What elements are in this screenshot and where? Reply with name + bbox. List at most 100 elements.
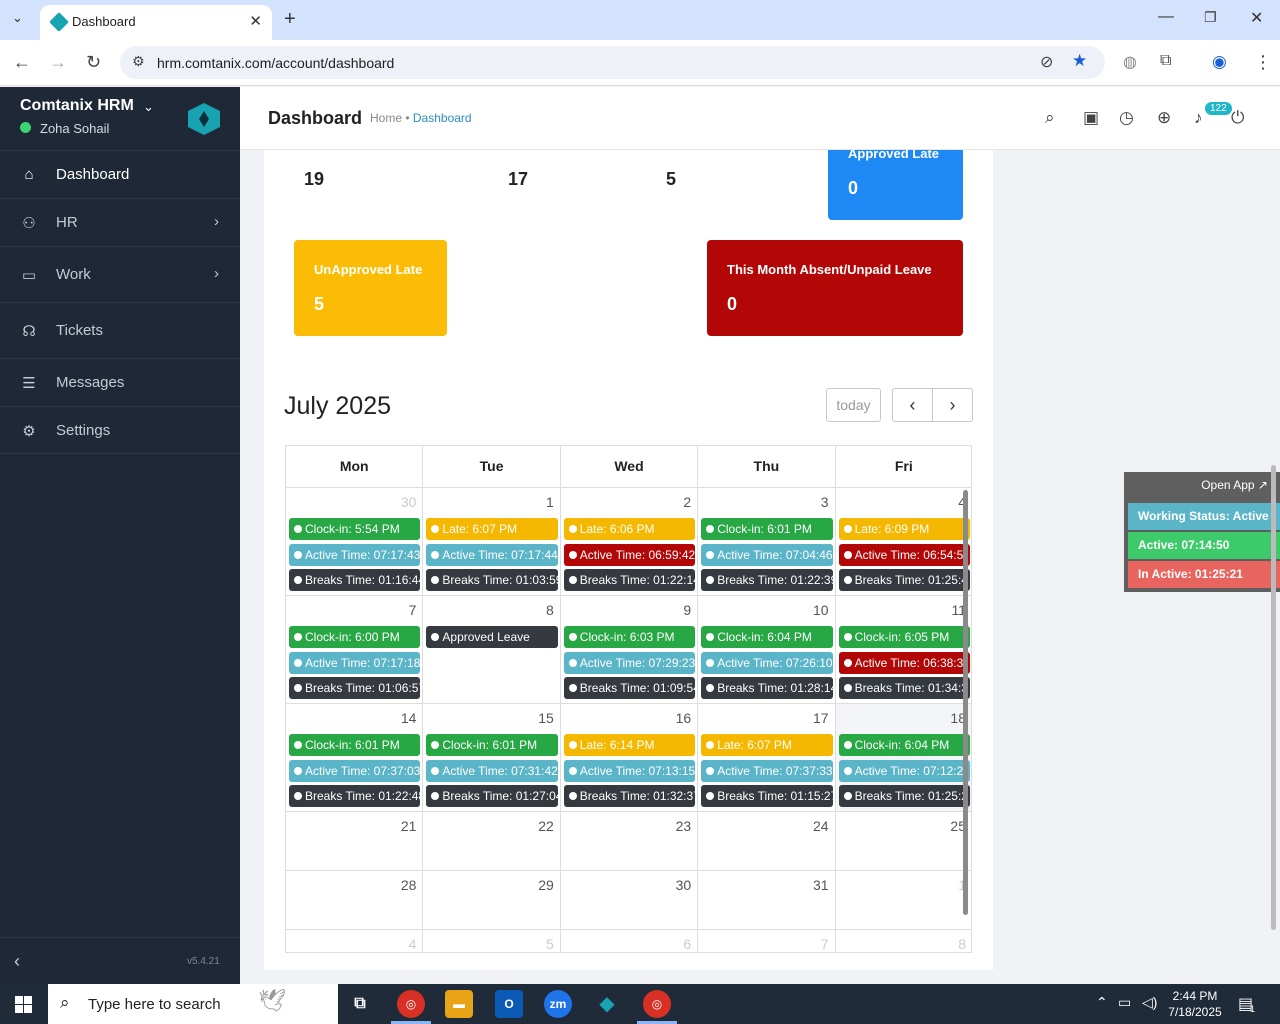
search-icon[interactable]: ⌕ [1045,108,1055,128]
calendar-event[interactable]: Active Time: 06:59:42 [563,543,696,566]
profile-icon[interactable]: ◉ [1212,52,1227,72]
calendar-day-cell[interactable]: 25 [835,812,971,871]
collapse-sidebar-chevron-icon[interactable]: ‹ [14,951,20,972]
reload-icon[interactable]: ↻ [86,52,101,73]
window-close-icon[interactable]: ✕ [1250,8,1263,28]
calendar-event[interactable]: Active Time: 07:12:2 [838,759,970,782]
restore-icon[interactable]: ❐ [1204,9,1217,26]
sticky-note-icon[interactable]: ▣ [1083,108,1099,128]
calendar-day-number[interactable]: 4 [409,936,417,952]
calendar-day-cell[interactable]: 11 Clock-in: 6:05 PM Active Time: 06:38:3 B… [835,596,971,704]
calendar-event[interactable]: Active Time: 07:26:10 [701,651,833,674]
translate-globe-icon[interactable]: ◍ [1123,52,1137,72]
new-tab-plus-icon[interactable]: + [284,8,296,31]
calendar-event[interactable]: Breaks Time: 01:25:2 [838,785,970,807]
calendar-day-number[interactable]: 28 [401,877,417,893]
calendar-day-number[interactable]: 30 [676,877,692,893]
calendar-day-number[interactable]: 5 [546,936,554,952]
sidebar-item-messages[interactable]: ☰ Messages [0,358,240,406]
calendar-day-cell[interactable]: 4Late: 6:09 PMActive Time: 06:54:5Breaks… [835,488,971,596]
brand-name[interactable]: Comtanix HRM [20,97,134,115]
calendar-day-number[interactable]: 3 [821,494,829,510]
calendar-day-cell[interactable]: 30 Clock-in: 5:54 PM Active Time: 07:17:43… [286,488,424,596]
calendar-event[interactable]: Late: 6:07 PM [426,518,558,540]
file-explorer-icon[interactable]: ▬ [445,990,473,1018]
tray-chevron-up-icon[interactable]: ⌃ [1096,994,1108,1011]
calendar-day-cell[interactable]: 29 [423,871,561,930]
calendar-day-cell[interactable]: 10 Clock-in: 6:04 PM Active Time: 07:26:10… [698,596,836,704]
calendar-day-cell[interactable]: 3 Clock-in: 6:01 PM Active Time: 07:04:46 B… [698,488,836,596]
brand-chevron-down-icon[interactable]: ⌄ [143,99,154,115]
power-icon[interactable]: ⏻ [1231,108,1244,128]
calendar-event[interactable]: Active Time: 07:37:03 [289,759,421,782]
calendar-day-number[interactable]: 17 [813,710,829,726]
chrome-icon[interactable]: ◎ [397,990,425,1018]
calendar-event[interactable]: Active Time: 06:38:3 [838,651,970,674]
calendar-day-cell[interactable]: 21 [286,812,424,871]
absent-unpaid-tile[interactable]: This Month Absent/Unpaid Leave 0 [707,240,963,336]
calendar-event[interactable]: Clock-in: 5:54 PM [289,518,421,540]
calendar-day-number[interactable]: 24 [813,818,829,834]
calendar-day-cell[interactable]: 14 Clock-in: 6:01 PM Active Time: 07:37:03… [286,704,424,812]
sidebar-item-dashboard[interactable]: ⌂ Dashboard [0,150,240,198]
calendar-day-cell[interactable]: 1 [835,871,971,930]
calendar-event[interactable]: Breaks Time: 01:25:4 [838,569,970,591]
windows-start-icon[interactable] [15,996,32,1013]
calendar-day-number[interactable]: 22 [538,818,554,834]
calendar-day-number[interactable]: 15 [538,710,554,726]
site-info-icon[interactable]: ⚙ [132,53,145,70]
open-app-link[interactable]: Open App ↗ [1201,478,1268,492]
calendar-day-cell[interactable]: 17 Late: 6:07 PM Active Time: 07:37:33 Brea… [698,704,836,812]
calendar-day-number[interactable]: 14 [401,710,417,726]
calendar-event[interactable]: Active Time: 07:17:44 [426,543,558,566]
calendar-event[interactable]: Breaks Time: 01:22:48 [289,785,421,807]
page-scrollbar[interactable] [1271,465,1276,930]
calendar-event[interactable]: Clock-in: 6:04 PM [701,626,833,648]
calendar-day-number[interactable]: 7 [821,936,829,952]
forward-arrow-icon[interactable]: → [49,52,67,73]
minimize-icon[interactable]: — [1158,8,1174,26]
calendar-day-cell[interactable]: 16 Late: 6:14 PM Active Time: 07:13:15 Brea… [560,704,699,812]
unapproved-late-tile[interactable]: UnApproved Late 5 [294,240,447,336]
calendar-event[interactable]: Clock-in: 6:01 PM [289,734,421,756]
comtanix-app-icon[interactable]: ◆ [593,990,621,1018]
calendar-event[interactable]: Clock-in: 6:00 PM [289,626,421,648]
calendar-event[interactable]: Breaks Time: 01:27:04 [426,785,558,807]
tab-list-chevron-icon[interactable]: ⌄ [12,10,23,26]
calendar-event[interactable]: Active Time: 07:37:33 [701,759,833,782]
calendar-day-number[interactable]: 16 [676,710,692,726]
calendar-day-cell[interactable]: 30 [560,871,699,930]
chrome-profile-icon[interactable]: ◎ [643,990,671,1018]
calendar-event[interactable]: Late: 6:07 PM [701,734,833,756]
calendar-day-cell[interactable]: 7 Clock-in: 6:00 PM Active Time: 07:17:18 B… [286,596,424,704]
calendar-day-cell[interactable]: 22 [423,812,561,871]
calendar-day-number[interactable]: 31 [813,877,829,893]
calendar-event[interactable]: Late: 6:09 PM [838,518,970,540]
calendar-event[interactable]: Clock-in: 6:05 PM [838,626,970,648]
taskbar-clock[interactable]: 2:44 PM 7/18/2025 [1160,988,1230,1020]
calendar-day-number[interactable]: 6 [683,936,691,952]
calendar-event[interactable]: Active Time: 07:04:46 [701,543,833,566]
url-input[interactable]: ⚙ hrm.comtanix.com/account/dashboard ⊘ ★ [120,46,1105,79]
eye-off-icon[interactable]: ⊘ [1040,52,1053,72]
calendar-day-cell[interactable]: 1 Late: 6:07 PM Active Time: 07:17:44 Break… [423,488,561,596]
calendar-day-number[interactable]: 21 [401,818,417,834]
calendar-day-cell[interactable]: 18 Clock-in: 6:04 PM Active Time: 07:12:2 B… [835,704,971,812]
calendar-day-cell[interactable]: 6 [561,930,699,952]
extensions-puzzle-icon[interactable]: ⧉ [1160,52,1171,70]
calendar-event[interactable]: Active Time: 06:54:5 [838,543,970,566]
calendar-event[interactable]: Breaks Time: 01:06:57 [289,677,421,699]
calendar-day-cell[interactable]: 8 [836,930,971,952]
calendar-event[interactable]: Active Time: 07:29:23 [563,651,696,674]
breadcrumb-home[interactable]: Home [370,111,402,125]
calendar-day-number[interactable]: 1 [546,494,554,510]
bell-icon[interactable]: ♪ [1194,108,1203,128]
calendar-day-cell[interactable]: 9 Clock-in: 6:03 PM Active Time: 07:29:23 B… [560,596,699,704]
calendar-day-cell[interactable]: 8 Approved Leave [423,596,561,704]
calendar-event[interactable]: Breaks Time: 01:28:14 [701,677,833,699]
calendar-event[interactable]: Breaks Time: 01:09:54 [563,677,696,699]
calendar-day-number[interactable]: 8 [546,602,554,618]
calendar-day-cell[interactable]: 28 [286,871,424,930]
task-view-icon[interactable]: ⧉ [346,990,374,1018]
browser-menu-icon[interactable]: ⋮ [1254,52,1272,73]
